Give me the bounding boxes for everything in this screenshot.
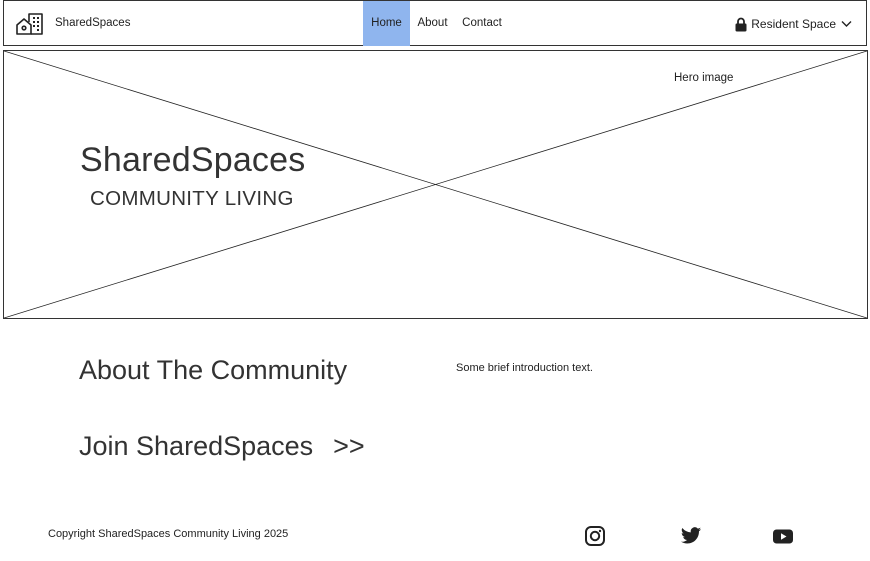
instagram-icon[interactable] — [584, 525, 606, 547]
intro-text: Some brief introduction text. — [456, 362, 593, 374]
hero-title: SharedSpaces — [80, 141, 306, 179]
lock-icon — [735, 17, 747, 31]
home-building-logo-icon[interactable] — [15, 12, 44, 36]
resident-space-label: Resident Space — [751, 17, 836, 31]
top-navigation: SharedSpaces Home About Contact Resident… — [3, 0, 867, 46]
twitter-icon[interactable] — [680, 525, 702, 547]
youtube-icon[interactable] — [772, 525, 794, 547]
hero-image-caption: Hero image — [674, 72, 734, 84]
hero-placeholder-cross — [4, 51, 867, 318]
resident-space-menu[interactable]: Resident Space — [735, 15, 852, 33]
hero-image-placeholder: Hero image SharedSpaces COMMUNITY LIVING — [3, 50, 868, 319]
about-heading: About The Community — [79, 355, 348, 385]
nav-home-link[interactable]: Home — [363, 1, 410, 46]
nav-about-link[interactable]: About — [414, 1, 451, 46]
join-label: Join SharedSpaces — [79, 431, 314, 461]
copyright-text: Copyright SharedSpaces Community Living … — [48, 528, 289, 540]
nav-contact-link[interactable]: Contact — [459, 1, 505, 46]
join-link[interactable]: Join SharedSpaces >> — [79, 431, 365, 462]
chevron-down-icon — [841, 21, 852, 27]
brand-name[interactable]: SharedSpaces — [55, 17, 130, 29]
join-arrows: >> — [333, 431, 365, 461]
hero-subtitle: COMMUNITY LIVING — [90, 187, 294, 210]
